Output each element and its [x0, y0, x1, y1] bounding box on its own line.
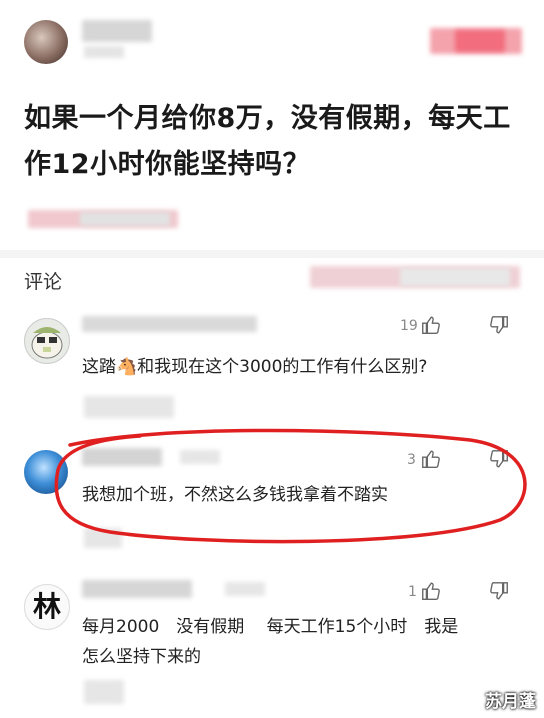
- commenter-name-blurred-2: [82, 448, 162, 466]
- like-count-2: 3: [407, 452, 416, 468]
- comment-text-2: 我想加个班，不然这么多钱我拿着不踏实: [82, 485, 388, 505]
- question-header: 如果一个月给你8万，没有假期，每天工作12小时你能坚持吗？: [0, 0, 544, 255]
- question-title: 如果一个月给你8万，没有假期，每天工作12小时你能坚持吗？: [24, 103, 511, 180]
- comment-text-3-line2: 怎么坚持下来的: [82, 647, 201, 667]
- poster-name-blurred: [82, 20, 152, 42]
- thumb-up-icon[interactable]: [420, 448, 442, 470]
- comment-meta-blurred-3: [84, 680, 124, 704]
- comment-meta-blurred-2: [84, 528, 122, 548]
- thumb-down-icon[interactable]: [488, 580, 510, 602]
- avatar-calligraphy: 林: [32, 590, 61, 623]
- section-divider: [0, 250, 544, 258]
- commenter-name-blurred-1: [82, 316, 257, 332]
- poster-meta-blurred: [84, 46, 124, 58]
- thumb-down-icon[interactable]: [488, 314, 510, 336]
- sort-controls-blurred-2: [400, 268, 510, 286]
- comments-title: 评论: [24, 271, 63, 293]
- follow-button-accent: [455, 30, 505, 52]
- comment-meta-blurred-1: [84, 396, 174, 418]
- thumb-down-icon[interactable]: [488, 448, 510, 470]
- thumb-up-icon[interactable]: [420, 314, 442, 336]
- comment-text-3-line1: 每月2000 没有假期 每天工作15个小时 我是: [82, 617, 459, 637]
- commenter-meta-blurred-3: [225, 582, 265, 596]
- poster-avatar[interactable]: [24, 20, 68, 64]
- like-count-3: 1: [408, 584, 417, 600]
- like-count-1: 19: [400, 318, 418, 334]
- commenter-name-blurred-3: [82, 580, 192, 598]
- commenter-avatar-3[interactable]: 林: [24, 584, 70, 630]
- commenter-meta-blurred-2: [180, 450, 220, 464]
- question-meta-blurred-2: [80, 212, 170, 226]
- thumb-up-icon[interactable]: [420, 580, 442, 602]
- watermark: 苏月蓬: [485, 692, 536, 712]
- commenter-avatar-2[interactable]: [24, 450, 68, 494]
- commenter-avatar-1[interactable]: [24, 318, 70, 364]
- comment-text-1: 这踏🐴和我现在这个3000的工作有什么区别?: [82, 357, 428, 377]
- cartoon-face-icon: [31, 327, 63, 359]
